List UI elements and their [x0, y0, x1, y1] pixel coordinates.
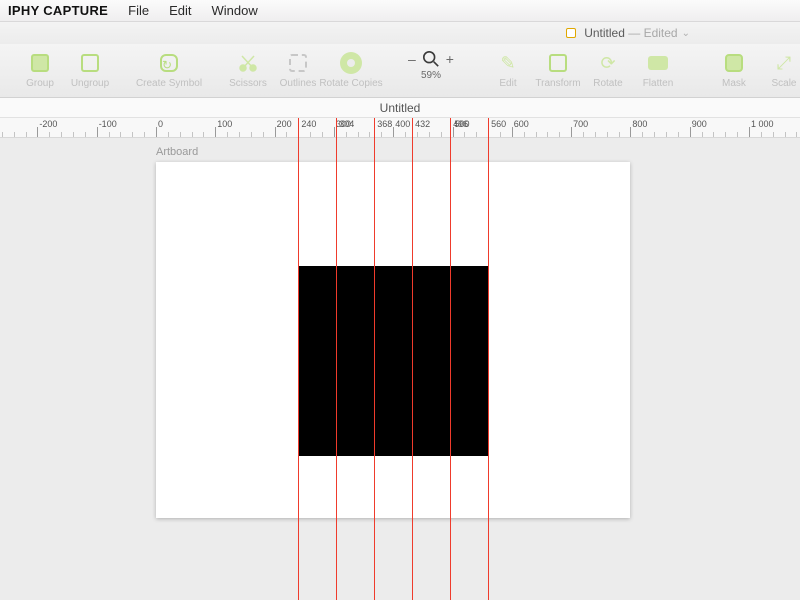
toolbar: Group Ungroup ↻Create Symbol Scissors Ou…	[0, 44, 800, 98]
zoom-percent[interactable]: 59%	[421, 70, 441, 81]
outlines-icon	[284, 50, 312, 76]
flatten-button[interactable]: Flatten	[634, 48, 682, 89]
ungroup-button[interactable]: Ungroup	[66, 48, 114, 89]
gear-icon	[337, 50, 365, 76]
scissors-button[interactable]: Scissors	[224, 48, 272, 89]
chevron-down-icon[interactable]: ⌄	[682, 28, 690, 39]
rotate-copies-button[interactable]: Rotate Copies	[324, 48, 378, 89]
zoom-out-button[interactable]: –	[408, 51, 416, 67]
outlines-button[interactable]: Outlines	[274, 48, 322, 89]
vertical-guide[interactable]	[412, 118, 413, 600]
mask-button[interactable]: Mask	[710, 48, 758, 89]
scale-icon: ⤢	[777, 53, 791, 74]
window-titlebar: Untitled — Edited ⌄	[0, 22, 800, 44]
menu-edit[interactable]: Edit	[159, 3, 201, 18]
zoom-control: – + 59%	[396, 48, 466, 81]
vertical-guide[interactable]	[374, 118, 375, 600]
transform-button[interactable]: Transform	[534, 48, 582, 89]
vertical-guide[interactable]	[298, 118, 299, 600]
transform-icon	[544, 50, 572, 76]
canvas-title: Untitled	[0, 98, 800, 118]
mask-icon	[720, 50, 748, 76]
vertical-guide[interactable]	[336, 118, 337, 600]
edit-button[interactable]: ✎Edit	[484, 48, 532, 89]
zoom-in-button[interactable]: +	[446, 51, 454, 67]
vertical-guide[interactable]	[450, 118, 451, 600]
scissors-icon	[234, 50, 262, 76]
create-symbol-button[interactable]: ↻Create Symbol	[142, 48, 196, 89]
artboard-label[interactable]: Artboard	[156, 146, 198, 158]
sketch-file-icon	[566, 28, 576, 38]
menubar: IPHY CAPTURE File Edit Window	[0, 0, 800, 22]
vertical-guide[interactable]	[488, 118, 489, 600]
horizontal-ruler[interactable]: -200-10001002003004005006007008009001 00…	[0, 118, 800, 138]
canvas[interactable]: Artboard	[0, 138, 800, 600]
document-edited-status: — Edited	[625, 26, 678, 40]
rectangle-shape[interactable]	[298, 266, 488, 456]
magnifier-icon	[422, 50, 440, 68]
rotate-icon: ⟳	[600, 53, 615, 74]
menu-file[interactable]: File	[118, 3, 159, 18]
flatten-icon	[644, 50, 672, 76]
app-name: IPHY CAPTURE	[0, 3, 118, 18]
menu-window[interactable]: Window	[202, 3, 268, 18]
group-button[interactable]: Group	[16, 48, 64, 89]
pencil-icon: ✎	[500, 53, 515, 74]
artboard[interactable]	[156, 162, 630, 518]
document-title[interactable]: Untitled	[584, 26, 625, 40]
rotate-button[interactable]: ⟳Rotate	[584, 48, 632, 89]
scale-button[interactable]: ⤢Scale	[760, 48, 800, 89]
